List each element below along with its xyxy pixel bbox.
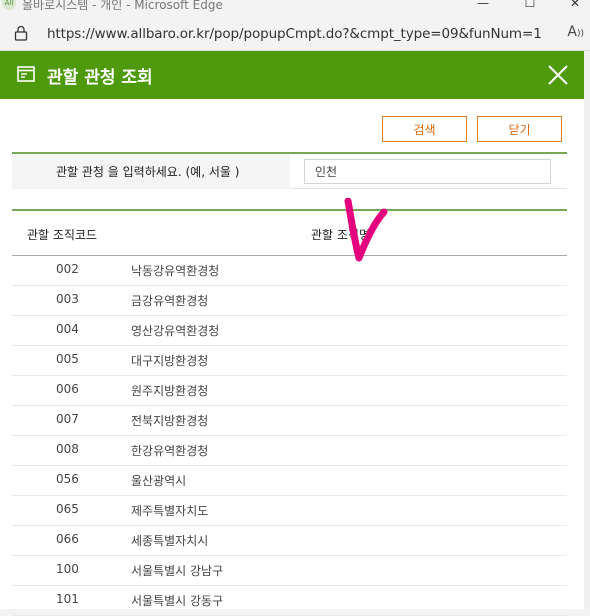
- header-code: 관할 조직코드: [27, 228, 98, 242]
- results-table: 관할 조직코드 관할 조직명 002 낙동강유역환경청 003 금강유역환경청 00…: [12, 209, 567, 616]
- row-name[interactable]: 세종특별자치시: [131, 532, 208, 549]
- row-code: 005: [56, 352, 79, 366]
- table-row[interactable]: 056 울산광역시: [12, 466, 567, 496]
- read-aloud-icon[interactable]: A)): [567, 24, 584, 40]
- table-row[interactable]: 006 원주지방환경청: [12, 376, 567, 406]
- row-name[interactable]: 서울특별시 강남구: [131, 562, 223, 579]
- row-code: 101: [56, 592, 79, 606]
- row-code: 006: [56, 382, 79, 396]
- table-header: 관할 조직코드 관할 조직명: [12, 211, 567, 256]
- search-button[interactable]: 검색: [382, 116, 467, 142]
- header-name: 관할 조직명: [311, 228, 371, 242]
- row-code: 066: [56, 532, 79, 546]
- table-row[interactable]: 100 서울특별시 강남구: [12, 556, 567, 586]
- row-code: 065: [56, 502, 79, 516]
- table-row[interactable]: 004 영산강유역환경청: [12, 316, 567, 346]
- search-label: 관할 관청 을 입력하세요. (예, 서울 ): [56, 165, 240, 179]
- search-label-cell: 관할 관청 을 입력하세요. (예, 서울 ): [12, 154, 290, 189]
- maximize-button[interactable]: ☐: [515, 0, 545, 10]
- popup-window: 관할 관청 조회 검색 닫기 관할 관청 을 입력하세요. (예, 서울 ) 관…: [0, 51, 584, 616]
- row-code: 003: [56, 292, 79, 306]
- search-input[interactable]: [304, 159, 551, 184]
- address-bar: https://www.allbaro.or.kr/pop/popupCmpt.…: [0, 18, 590, 51]
- row-name[interactable]: 낙동강유역환경청: [131, 262, 219, 279]
- row-name[interactable]: 울산광역시: [131, 472, 186, 489]
- browser-title-bar: All 올바로시스템 - 개인 - Microsoft Edge — ☐ ✕: [0, 0, 590, 18]
- table-row[interactable]: 066 세종특별자치시: [12, 526, 567, 556]
- row-name[interactable]: 영산강유역환경청: [131, 322, 219, 339]
- window-close-button[interactable]: ✕: [560, 0, 590, 10]
- table-row[interactable]: 065 제주특별자치도: [12, 496, 567, 526]
- table-row[interactable]: 101 서울특별시 강동구: [12, 586, 567, 616]
- table-row[interactable]: 002 낙동강유역환경청: [12, 256, 567, 286]
- popup-window-icon: [17, 66, 35, 82]
- row-name[interactable]: 서울특별시 강동구: [131, 592, 223, 609]
- row-name[interactable]: 한강유역환경청: [131, 442, 208, 459]
- close-icon[interactable]: [546, 63, 570, 87]
- row-code: 007: [56, 412, 79, 426]
- search-row: 관할 관청 을 입력하세요. (예, 서울 ): [12, 152, 567, 189]
- table-row[interactable]: 003 금강유역환경청: [12, 286, 567, 316]
- minimize-button[interactable]: —: [468, 0, 498, 10]
- popup-header: 관할 관청 조회: [0, 51, 584, 99]
- row-name[interactable]: 대구지방환경청: [131, 352, 208, 369]
- row-code: 056: [56, 472, 79, 486]
- window-title: 올바로시스템 - 개인 - Microsoft Edge: [22, 0, 223, 12]
- row-name[interactable]: 원주지방환경청: [131, 382, 208, 399]
- close-button[interactable]: 닫기: [477, 116, 562, 142]
- row-code: 002: [56, 262, 79, 276]
- site-logo-icon: All: [2, 0, 16, 10]
- lock-icon[interactable]: [14, 25, 28, 41]
- row-name[interactable]: 전북지방환경청: [131, 412, 208, 429]
- popup-title: 관할 관청 조회: [47, 68, 153, 88]
- row-code: 004: [56, 322, 79, 336]
- row-code: 008: [56, 442, 79, 456]
- table-row[interactable]: 007 전북지방환경청: [12, 406, 567, 436]
- row-name[interactable]: 금강유역환경청: [131, 292, 208, 309]
- url-field[interactable]: https://www.allbaro.or.kr/pop/popupCmpt.…: [47, 26, 542, 42]
- scrollbar[interactable]: [584, 51, 590, 609]
- row-name[interactable]: 제주특별자치도: [131, 502, 208, 519]
- table-row[interactable]: 005 대구지방환경청: [12, 346, 567, 376]
- table-row[interactable]: 008 한강유역환경청: [12, 436, 567, 466]
- row-code: 100: [56, 562, 79, 576]
